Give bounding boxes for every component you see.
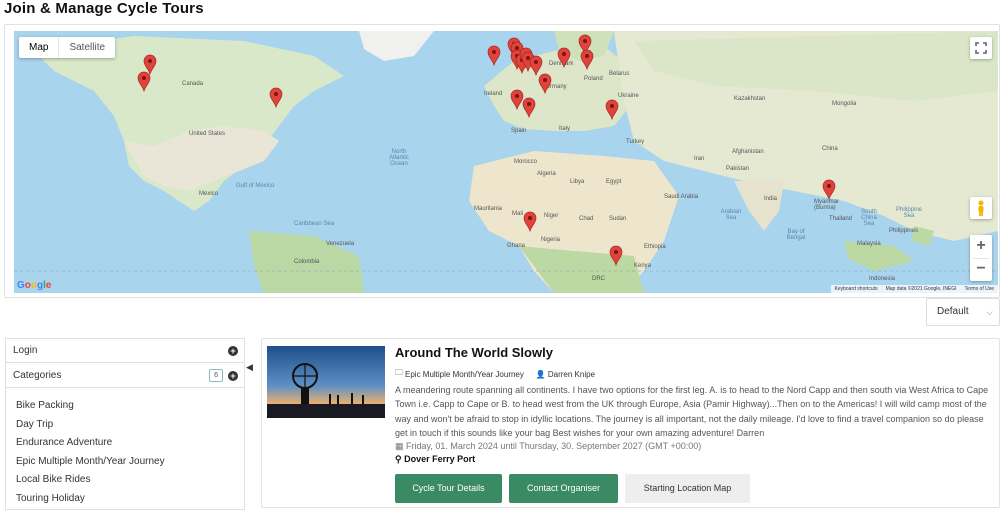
- map-marker-pin[interactable]: [822, 179, 836, 201]
- category-item-bike-packing[interactable]: Bike Packing: [16, 397, 165, 416]
- fullscreen-icon: [975, 42, 987, 54]
- category-item-epic-journey[interactable]: Epic Multiple Month/Year Journey: [16, 453, 165, 472]
- tour-description: A meandering route spanning all continen…: [395, 385, 989, 439]
- starting-location-map-button[interactable]: Starting Location Map: [625, 474, 750, 503]
- map-frame: Canada United States Mexico Gulf of Mexi…: [4, 24, 1000, 298]
- map-markers: [137, 34, 836, 267]
- plus-circle-icon[interactable]: +: [228, 371, 238, 381]
- map-marker-pin[interactable]: [143, 54, 157, 76]
- tour-organiser[interactable]: Darren Knipe: [548, 370, 595, 379]
- map-marker-pin[interactable]: [487, 45, 501, 67]
- map-marker-pin[interactable]: [523, 211, 537, 233]
- tour-dates-text: Friday, 01. March 2024 until Thursday, 3…: [406, 441, 702, 451]
- map-type-satellite-button[interactable]: Satellite: [59, 37, 115, 58]
- google-logo: Google: [17, 280, 52, 291]
- category-item-day-trip[interactable]: Day Trip: [16, 416, 165, 435]
- tour-meta: 🗀 Epic Multiple Month/Year Journey 👤 Dar…: [395, 367, 595, 381]
- collapse-sidebar-icon[interactable]: ◀: [246, 362, 253, 373]
- map-marker-pin[interactable]: [137, 71, 151, 93]
- map-data-credit: Map data ©2021 Google, INEGI: [885, 286, 957, 292]
- sort-select[interactable]: Default ⌵: [926, 298, 1000, 326]
- map-marker-pin[interactable]: [269, 87, 283, 109]
- tour-thumbnail[interactable]: [267, 346, 385, 418]
- street-view-button[interactable]: [970, 197, 992, 219]
- map-marker-pin[interactable]: [580, 49, 594, 71]
- zoom-in-button[interactable]: +: [970, 235, 992, 258]
- keyboard-shortcuts-link[interactable]: Keyboard shortcuts: [835, 286, 878, 292]
- calendar-icon: ▦: [395, 441, 404, 451]
- category-item-local-bike-rides[interactable]: Local Bike Rides: [16, 471, 165, 490]
- login-label: Login: [13, 345, 38, 356]
- login-toggle[interactable]: Login +: [6, 339, 244, 363]
- map-marker-pin[interactable]: [609, 245, 623, 267]
- categories-label: Categories: [13, 370, 62, 381]
- map-marker-icon: ⚲: [395, 454, 402, 464]
- map-marker-pin[interactable]: [557, 47, 571, 69]
- fullscreen-button[interactable]: [970, 37, 992, 59]
- page-title: Join & Manage Cycle Tours: [4, 0, 204, 17]
- tour-details-button[interactable]: Cycle Tour Details: [395, 474, 502, 503]
- sort-selected-value: Default: [937, 306, 969, 317]
- categories-toggle[interactable]: Categories 6 +: [6, 364, 244, 388]
- pegman-icon: [978, 200, 984, 216]
- map-type-map-button[interactable]: Map: [19, 37, 60, 58]
- contact-organiser-button[interactable]: Contact Organiser: [509, 474, 618, 503]
- categories-count-badge: 6: [209, 369, 223, 382]
- user-icon: 👤: [535, 369, 546, 379]
- map-marker-pin[interactable]: [522, 97, 536, 119]
- category-item-endurance-adventure[interactable]: Endurance Adventure: [16, 434, 165, 453]
- map-marker-pin[interactable]: [538, 73, 552, 95]
- terms-link[interactable]: Terms of Use: [965, 286, 994, 292]
- tour-card: Around The World Slowly 🗀 Epic Multiple …: [261, 338, 1000, 508]
- zoom-divider: [973, 258, 989, 259]
- tour-location: ⚲ Dover Ferry Port: [395, 454, 475, 465]
- plus-circle-icon[interactable]: +: [228, 346, 238, 356]
- chevron-down-icon: ⌵: [986, 307, 993, 317]
- zoom-control: + −: [970, 235, 992, 281]
- map-marker-pin[interactable]: [510, 89, 524, 111]
- tour-title[interactable]: Around The World Slowly: [395, 345, 553, 360]
- category-item-touring-holiday[interactable]: Touring Holiday: [16, 490, 165, 509]
- tour-photo: [267, 346, 385, 418]
- tour-location-text: Dover Ferry Port: [404, 454, 476, 464]
- map-marker-pin[interactable]: [529, 55, 543, 77]
- map-marker-pin[interactable]: [605, 99, 619, 121]
- tag-icon: 🗀: [395, 368, 403, 377]
- category-list: Bike Packing Day Trip Endurance Adventur…: [16, 397, 165, 508]
- tour-dates: ▦ Friday, 01. March 2024 until Thursday,…: [395, 441, 701, 452]
- sidebar-panel: Login + Categories 6 + Bike Packing Day …: [5, 338, 245, 510]
- map-type-control: Map Satellite: [19, 37, 116, 58]
- tour-category[interactable]: Epic Multiple Month/Year Journey: [405, 370, 524, 379]
- map-attribution: Keyboard shortcuts Map data ©2021 Google…: [830, 285, 998, 293]
- world-map[interactable]: Canada United States Mexico Gulf of Mexi…: [14, 31, 998, 293]
- zoom-out-button[interactable]: −: [970, 258, 992, 281]
